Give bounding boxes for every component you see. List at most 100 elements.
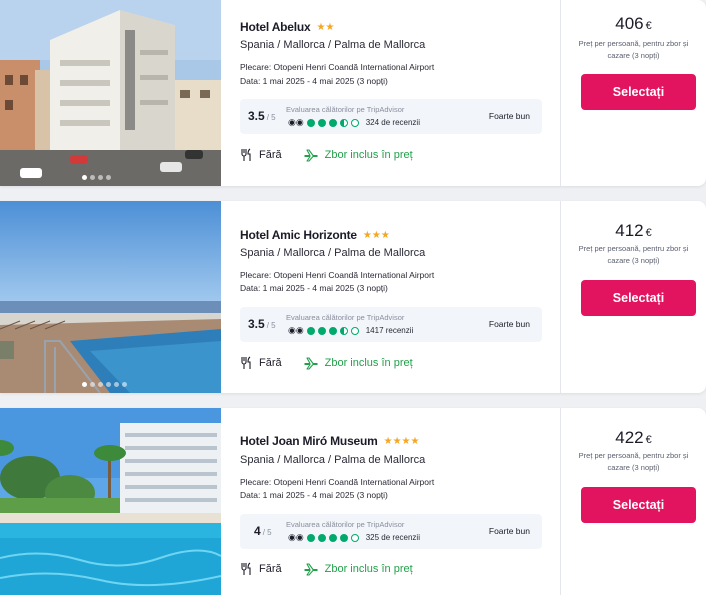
price-value: 422 — [615, 428, 644, 447]
score-max: / 5 — [266, 321, 276, 330]
flight-included: Zbor inclus în preț — [304, 148, 413, 162]
price-currency: € — [645, 227, 652, 239]
hotel-extras: Fără Zbor inclus în preț — [240, 562, 413, 576]
hotel-card[interactable]: Hotel Amic Horizonte ★★★ Spania / Mallor… — [0, 201, 706, 393]
score-max: / 5 — [262, 528, 272, 537]
carousel-dot[interactable] — [114, 382, 119, 387]
meal-label: Fără — [259, 357, 282, 369]
price: 422 € — [561, 428, 706, 448]
select-button[interactable]: Selectați — [581, 74, 696, 110]
carousel-dot[interactable] — [106, 382, 111, 387]
tripadvisor-rating: ◉◉ 324 de recenzii — [288, 117, 420, 128]
tripadvisor-label: Evaluarea călătorilor pe TripAdvisor — [286, 105, 405, 114]
cutlery-icon — [241, 148, 251, 161]
hotel-info: Hotel Abelux ★★ Spania / Mallorca / Palm… — [240, 0, 545, 186]
hotel-name[interactable]: Hotel Abelux — [240, 20, 311, 34]
hotel-title-row: Hotel Abelux ★★ — [240, 20, 334, 34]
photo-carousel-dots[interactable] — [82, 175, 111, 180]
hotel-photo[interactable] — [0, 408, 221, 595]
price-value: 412 — [615, 221, 644, 240]
tripadvisor-label: Evaluarea călătorilor pe TripAdvisor — [286, 313, 405, 322]
hotel-title-row: Hotel Joan Miró Museum ★★★★ — [240, 434, 419, 448]
hotel-name[interactable]: Hotel Joan Miró Museum — [240, 434, 378, 448]
review-count[interactable]: 325 de recenzii — [366, 533, 420, 542]
price: 406 € — [561, 14, 706, 34]
score-value: 3.5 — [248, 109, 265, 123]
rating-bubble — [339, 118, 348, 127]
carousel-dot[interactable] — [90, 175, 95, 180]
carousel-dot[interactable] — [98, 175, 103, 180]
rating-box: 3.5/ 5 Evaluarea călătorilor pe TripAdvi… — [240, 307, 542, 342]
price-column: 406 € Preț per persoană, pentru zbor și c… — [561, 0, 706, 186]
hotel-card[interactable]: Hotel Abelux ★★ Spania / Mallorca / Palm… — [0, 0, 706, 186]
flight-label: Zbor inclus în preț — [324, 563, 413, 575]
price: 412 € — [561, 221, 706, 241]
hotel-location: Spania / Mallorca / Palma de Mallorca — [240, 454, 426, 466]
flight-label: Zbor inclus în preț — [324, 149, 413, 161]
review-count[interactable]: 324 de recenzii — [366, 118, 420, 127]
price-note: Preț per persoană, pentru zbor și cazare… — [578, 244, 689, 265]
select-button[interactable]: Selectați — [581, 280, 696, 316]
rating-bubble — [350, 533, 359, 542]
hotel-photo[interactable] — [0, 0, 221, 186]
carousel-dot[interactable] — [106, 175, 111, 180]
cutlery-icon — [241, 356, 251, 369]
rating-bubble — [328, 118, 337, 127]
rating-bubble — [306, 118, 315, 127]
hotel-stars: ★★ — [316, 21, 335, 33]
price-column: 422 € Preț per persoană, pentru zbor și c… — [561, 408, 706, 595]
carousel-dot[interactable] — [122, 382, 127, 387]
meal-label: Fără — [259, 149, 282, 161]
rating-box: 3.5/ 5 Evaluarea călătorilor pe TripAdvi… — [240, 99, 542, 134]
score-value: 3.5 — [248, 317, 265, 331]
hotel-photo[interactable] — [0, 201, 221, 393]
departure-airport: Plecare: Otopeni Henri Coandă Internatio… — [240, 270, 435, 280]
select-button[interactable]: Selectați — [581, 487, 696, 523]
price-note: Preț per persoană, pentru zbor și cazare… — [578, 39, 689, 60]
owl-icon: ◉◉ — [288, 117, 304, 127]
rating-bubble — [339, 326, 348, 335]
rating-bubble — [317, 326, 326, 335]
rating-verdict: Foarte bun — [488, 526, 530, 536]
review-count[interactable]: 1417 recenzii — [366, 326, 414, 335]
rating-bubble — [328, 326, 337, 335]
meal-plan: Fără — [240, 356, 282, 370]
tripadvisor-rating: ◉◉ 325 de recenzii — [288, 532, 420, 543]
rating-score: 3.5/ 5 — [248, 109, 276, 123]
flight-label: Zbor inclus în preț — [324, 357, 413, 369]
hotel-location: Spania / Mallorca / Palma de Mallorca — [240, 247, 426, 259]
rating-score: 4/ 5 — [254, 524, 272, 538]
hotel-name[interactable]: Hotel Amic Horizonte — [240, 228, 357, 242]
owl-icon: ◉◉ — [288, 325, 304, 335]
hotel-extras: Fără Zbor inclus în preț — [240, 148, 413, 162]
hotel-stars: ★★★ — [362, 229, 390, 241]
hotel-info: Hotel Joan Miró Museum ★★★★ Spania / Mal… — [240, 408, 545, 595]
price-currency: € — [645, 434, 652, 446]
rating-bubble — [339, 533, 348, 542]
carousel-dot[interactable] — [82, 382, 87, 387]
tripadvisor-label: Evaluarea călătorilor pe TripAdvisor — [286, 520, 405, 529]
price-currency: € — [645, 20, 652, 32]
rating-score: 3.5/ 5 — [248, 317, 276, 331]
flight-included: Zbor inclus în preț — [304, 356, 413, 370]
rating-bubble — [317, 118, 326, 127]
score-value: 4 — [254, 524, 261, 538]
hotel-info: Hotel Amic Horizonte ★★★ Spania / Mallor… — [240, 201, 545, 393]
hotel-title-row: Hotel Amic Horizonte ★★★ — [240, 228, 390, 242]
hotel-extras: Fără Zbor inclus în preț — [240, 356, 413, 370]
hotel-card[interactable]: Hotel Joan Miró Museum ★★★★ Spania / Mal… — [0, 408, 706, 595]
photo-carousel-dots[interactable] — [82, 382, 127, 387]
rating-bubble — [350, 326, 359, 335]
carousel-dot[interactable] — [90, 382, 95, 387]
carousel-dot[interactable] — [98, 382, 103, 387]
travel-dates: Data: 1 mai 2025 - 4 mai 2025 (3 nopți) — [240, 490, 388, 500]
rating-verdict: Foarte bun — [488, 319, 530, 329]
hotel-location: Spania / Mallorca / Palma de Mallorca — [240, 39, 426, 51]
rating-verdict: Foarte bun — [488, 111, 530, 121]
departure-airport: Plecare: Otopeni Henri Coandă Internatio… — [240, 477, 435, 487]
carousel-dot[interactable] — [82, 175, 87, 180]
rating-bubble — [306, 533, 315, 542]
score-max: / 5 — [266, 113, 276, 122]
plane-icon — [304, 356, 318, 370]
plane-icon — [304, 148, 318, 162]
